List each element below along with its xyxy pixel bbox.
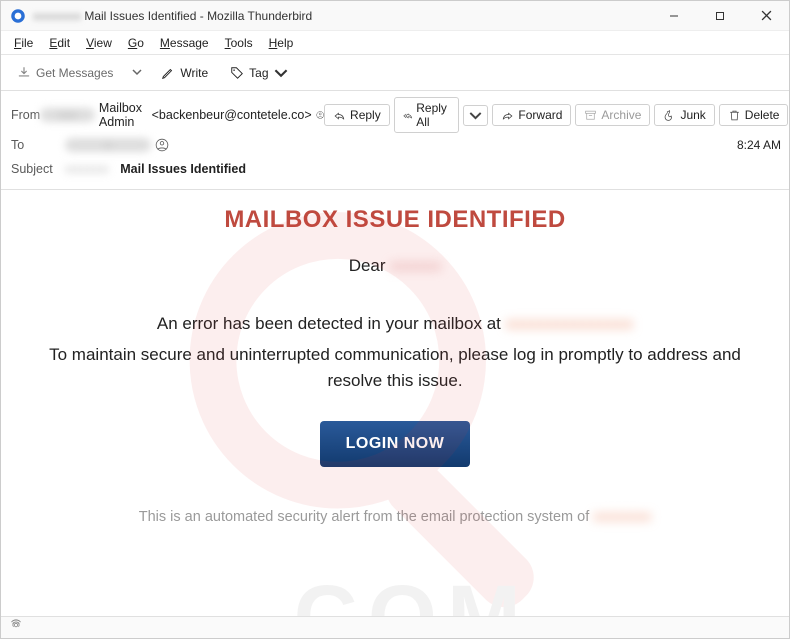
trash-icon bbox=[728, 109, 741, 122]
close-button[interactable] bbox=[743, 1, 789, 30]
redacted-text: xxx bbox=[40, 108, 95, 122]
header-subject-row: Subject xxxxxxx Mail Issues Identified bbox=[11, 157, 781, 181]
tag-icon bbox=[230, 66, 244, 80]
redacted-text: xxxxxxxx bbox=[593, 509, 651, 525]
reply-all-icon bbox=[403, 109, 413, 122]
window-buttons bbox=[651, 1, 789, 30]
titlebar: xxxxxxxx Mail Issues Identified - Mozill… bbox=[1, 1, 789, 31]
menu-edit[interactable]: Edit bbox=[42, 34, 77, 52]
archive-icon bbox=[584, 109, 597, 122]
forward-button[interactable]: Forward bbox=[492, 104, 571, 126]
message-body: .COM MAILBOX ISSUE IDENTIFIED Dear xxxxx… bbox=[1, 190, 789, 616]
connection-icon bbox=[9, 618, 23, 637]
reply-all-button[interactable]: Reply All bbox=[394, 97, 460, 133]
body-instructions: To maintain secure and uninterrupted com… bbox=[21, 342, 769, 393]
download-icon bbox=[17, 66, 31, 80]
to-value[interactable]: x bbox=[65, 138, 169, 152]
message-time: 8:24 AM bbox=[737, 138, 781, 152]
write-button[interactable]: Write bbox=[153, 62, 216, 84]
watermark: .COM bbox=[135, 190, 655, 616]
menubar: File Edit View Go Message Tools Help bbox=[1, 31, 789, 55]
maximize-button[interactable] bbox=[697, 1, 743, 30]
get-messages-dropdown[interactable] bbox=[127, 60, 147, 86]
toolbar: Get Messages Write Tag bbox=[1, 55, 789, 91]
pencil-icon bbox=[161, 66, 175, 80]
flame-icon bbox=[663, 109, 676, 122]
junk-button[interactable]: Junk bbox=[654, 104, 714, 126]
get-messages-button[interactable]: Get Messages bbox=[9, 62, 121, 84]
subject-label: Subject bbox=[11, 162, 65, 176]
body-footer: This is an automated security alert from… bbox=[21, 509, 769, 525]
body-title: MAILBOX ISSUE IDENTIFIED bbox=[21, 206, 769, 234]
redacted-text: xxxxxx bbox=[390, 256, 441, 275]
subject-value: xxxxxxx Mail Issues Identified bbox=[65, 162, 246, 176]
forward-icon bbox=[501, 109, 514, 122]
contact-icon bbox=[155, 138, 169, 152]
login-now-button[interactable]: LOGIN NOW bbox=[320, 421, 471, 467]
minimize-button[interactable] bbox=[651, 1, 697, 30]
message-headers: From xxx Mailbox Admin <backenbeur@conte… bbox=[1, 91, 789, 190]
reply-button[interactable]: Reply bbox=[324, 104, 390, 126]
app-icon bbox=[9, 7, 27, 25]
contact-icon bbox=[316, 108, 324, 122]
chevron-down-icon bbox=[469, 109, 482, 122]
body-error-line: An error has been detected in your mailb… bbox=[21, 314, 769, 334]
redacted-text: xxxxxxxxxxxxxxx bbox=[506, 314, 634, 333]
menu-tools[interactable]: Tools bbox=[218, 34, 260, 52]
delete-button[interactable]: Delete bbox=[719, 104, 789, 126]
app-window: xxxxxxxx Mail Issues Identified - Mozill… bbox=[0, 0, 790, 639]
body-greeting: Dear xxxxxx bbox=[21, 256, 769, 276]
header-to-row: To x 8:24 AM bbox=[11, 133, 781, 157]
reply-all-dropdown[interactable] bbox=[463, 105, 488, 126]
statusbar bbox=[1, 616, 789, 638]
archive-button[interactable]: Archive bbox=[575, 104, 650, 126]
svg-text:.COM: .COM bbox=[259, 566, 531, 616]
from-value[interactable]: xxx Mailbox Admin <backenbeur@contetele.… bbox=[40, 101, 324, 129]
menu-view[interactable]: View bbox=[79, 34, 119, 52]
chevron-down-icon bbox=[274, 66, 288, 80]
reply-icon bbox=[333, 109, 346, 122]
menu-message[interactable]: Message bbox=[153, 34, 216, 52]
redacted-text: x bbox=[65, 138, 151, 152]
window-title: xxxxxxxx Mail Issues Identified - Mozill… bbox=[33, 9, 651, 23]
header-actions: Reply Reply All Forward Archive Junk Del… bbox=[324, 97, 790, 133]
header-from-row: From xxx Mailbox Admin <backenbeur@conte… bbox=[11, 97, 781, 133]
to-label: To bbox=[11, 138, 65, 152]
menu-file[interactable]: File bbox=[7, 34, 40, 52]
menu-go[interactable]: Go bbox=[121, 34, 151, 52]
tag-button[interactable]: Tag bbox=[222, 62, 295, 84]
from-label: From bbox=[11, 108, 40, 122]
menu-help[interactable]: Help bbox=[262, 34, 301, 52]
